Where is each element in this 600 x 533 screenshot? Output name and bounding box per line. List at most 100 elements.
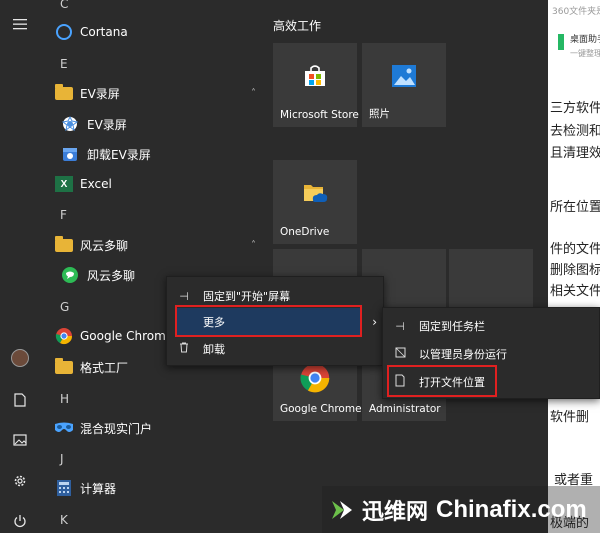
watermark-en: Chinafix.com: [436, 495, 587, 523]
tile-label: 照片: [369, 108, 390, 120]
letter-header-h[interactable]: H: [40, 385, 262, 413]
menu-item-run-as-admin[interactable]: 以管理员身份运行: [383, 340, 599, 368]
menu-item-open-file-location[interactable]: 打开文件位置: [383, 368, 599, 396]
letter-header-k[interactable]: K: [40, 506, 262, 533]
excel-icon: X: [54, 174, 74, 194]
tile-empty[interactable]: [449, 249, 533, 309]
user-avatar[interactable]: [8, 346, 32, 370]
app-item-uninstall-ev[interactable]: 卸载EV录屏: [40, 140, 262, 168]
app-item-mixed-reality[interactable]: 混合现实门户: [40, 414, 262, 442]
uninstall-ev-icon: [60, 144, 80, 164]
chevron-right-icon: ›: [372, 315, 377, 329]
watermark-logo-icon: [330, 497, 356, 523]
hamburger-icon[interactable]: [8, 12, 32, 36]
pictures-icon[interactable]: [8, 428, 32, 452]
letter-header-e[interactable]: E: [40, 50, 262, 78]
menu-item-uninstall[interactable]: 卸载: [167, 335, 383, 363]
menu-item-more[interactable]: 更多 ›: [177, 308, 377, 336]
tile-photos[interactable]: 照片: [362, 43, 446, 127]
menu-item-label: 以管理员身份运行: [419, 348, 507, 361]
mixed-reality-icon: [54, 418, 74, 438]
onedrive-icon: [301, 180, 329, 210]
doc-card-sub: 一键整理: [570, 49, 600, 58]
app-label: 计算器: [80, 481, 117, 496]
photos-icon: [391, 64, 417, 92]
chrome-icon: [54, 326, 74, 346]
app-item-cortana[interactable]: Cortana: [40, 18, 262, 46]
menu-item-pin-to-taskbar[interactable]: ⊣ 固定到任务栏: [383, 312, 599, 340]
folder-icon: [54, 357, 74, 377]
doc-card-title: 桌面助手: [570, 35, 600, 45]
chrome-icon: [299, 362, 331, 398]
tile-label: Google Chrome: [280, 403, 362, 415]
app-item-calculator[interactable]: 计算器: [40, 474, 262, 502]
doc-line: 删除图标,: [550, 263, 600, 278]
chevron-up-icon: ˄: [251, 239, 256, 251]
app-label: Excel: [80, 177, 112, 191]
folder-label: 风云多聊: [80, 238, 129, 253]
letter-label: K: [60, 513, 68, 527]
document-icon[interactable]: [8, 388, 32, 412]
doc-line: 软件删: [550, 410, 590, 425]
doc-card-icon: [558, 34, 564, 50]
tile-label: Administrator: [369, 403, 441, 415]
tile-label: OneDrive: [280, 226, 330, 238]
app-label: Google Chrome: [80, 329, 174, 343]
folder-label: EV录屏: [80, 86, 120, 101]
calculator-icon: [54, 478, 74, 498]
menu-item-label: 固定到"开始"屏幕: [203, 290, 291, 303]
tiles-area: 高效工作 Microsoft Store 照片 OneDrive Google …: [262, 0, 548, 533]
store-icon: [302, 63, 328, 93]
doc-line: 件的文件: [550, 242, 600, 257]
context-menu: ⊣ 固定到"开始"屏幕 更多 › 卸载: [166, 276, 384, 366]
letter-label: F: [60, 208, 67, 222]
menu-item-label: 更多: [203, 316, 225, 329]
doc-line: 三方软件: [550, 101, 600, 116]
letter-header-c[interactable]: C: [40, 0, 262, 18]
letter-label: J: [60, 452, 64, 466]
chat-icon: [60, 265, 80, 285]
letter-label: H: [60, 392, 70, 406]
pin-icon: ⊣: [395, 319, 405, 333]
tile-microsoft-store[interactable]: Microsoft Store: [273, 43, 359, 127]
open-file-location-icon: [393, 374, 407, 390]
menu-item-label: 卸载: [203, 343, 225, 356]
tile-onedrive[interactable]: OneDrive: [273, 160, 357, 244]
watermark: 迅维网 Chinafix.com: [322, 486, 600, 533]
tile-label: Microsoft Store: [280, 109, 359, 121]
doc-card: 桌面助手 一键整理: [558, 28, 600, 64]
watermark-cn: 迅维网: [362, 499, 429, 525]
folder-icon: [54, 83, 74, 103]
app-label: 风云多聊: [87, 268, 136, 283]
folder-label: 格式工厂: [80, 360, 129, 375]
doc-line: 相关文件: [550, 284, 600, 299]
shield-icon: [393, 347, 407, 361]
letter-header-f[interactable]: F: [40, 201, 262, 229]
tile-group-title[interactable]: 高效工作: [273, 17, 321, 34]
letter-header-j[interactable]: J: [40, 445, 262, 473]
doc-line: 所在位置,: [550, 200, 600, 215]
menu-item-pin-to-start[interactable]: ⊣ 固定到"开始"屏幕: [167, 282, 383, 310]
folder-item-ev[interactable]: EV录屏 ˄: [40, 79, 262, 107]
start-left-rail: [0, 0, 40, 533]
app-item-ev[interactable]: EV录屏: [40, 110, 262, 138]
folder-item-fengyun[interactable]: 风云多聊 ˄: [40, 231, 262, 259]
background-document: 360文件夹是 桌面助手 一键整理 三方软件 去检测和 且清理效果 所在位置, …: [548, 0, 600, 533]
trash-icon: [177, 342, 191, 356]
app-label: 卸载EV录屏: [87, 147, 151, 162]
app-label: EV录屏: [87, 117, 127, 132]
folder-icon: [54, 235, 74, 255]
letter-label: C: [60, 0, 69, 11]
cortana-icon: [54, 22, 74, 42]
power-icon[interactable]: [8, 509, 32, 533]
app-item-excel[interactable]: X Excel: [40, 170, 262, 198]
chevron-up-icon: ˄: [251, 87, 256, 99]
settings-icon[interactable]: [8, 469, 32, 493]
menu-item-label: 固定到任务栏: [419, 320, 485, 333]
submenu: ⊣ 固定到任务栏 以管理员身份运行 打开文件位置: [382, 307, 600, 399]
menu-item-label: 打开文件位置: [419, 376, 485, 389]
app-label: Cortana: [80, 25, 128, 39]
doc-line: 且清理效果: [550, 146, 600, 161]
app-list: C Cortana E EV录屏 ˄ EV录屏 卸载EV录屏 X Excel F…: [40, 0, 262, 533]
app-label: 混合现实门户: [80, 421, 153, 436]
